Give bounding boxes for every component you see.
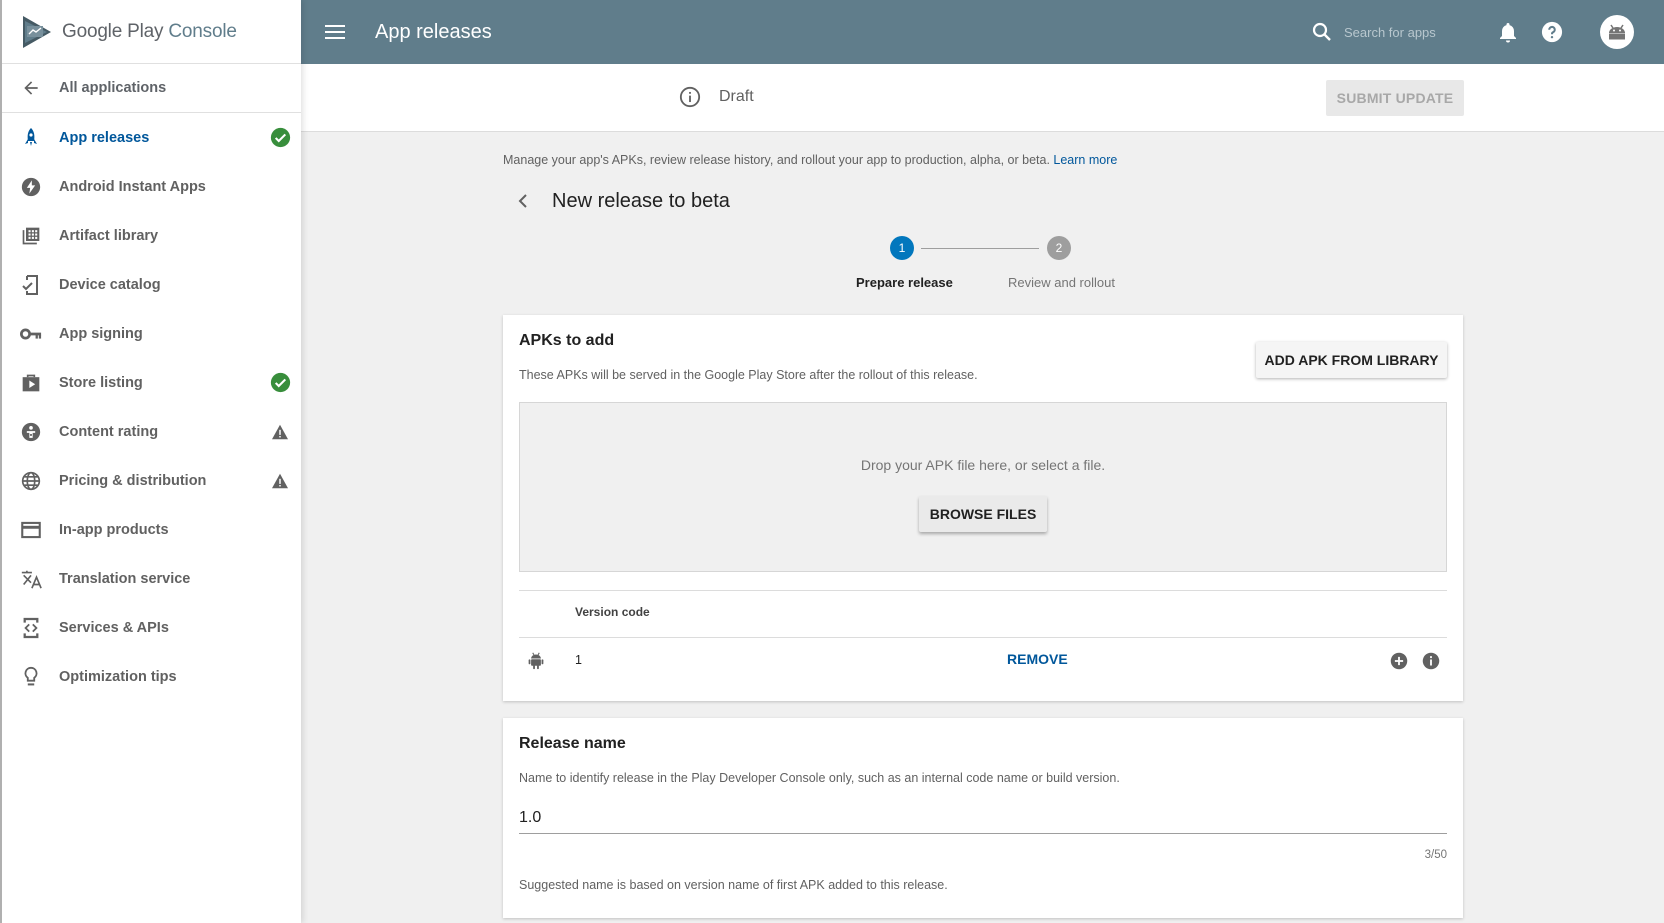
intro-text: Manage your app's APKs, review release h…: [503, 153, 1118, 167]
all-applications-link[interactable]: All applications: [2, 64, 301, 113]
hamburger-menu-icon[interactable]: [323, 20, 347, 44]
sidebar-item-in-app-products[interactable]: In-app products: [2, 505, 301, 554]
arrow-back-icon: [20, 77, 42, 99]
globe-icon: [20, 470, 42, 492]
apks-to-add-card: APKs to add These APKs will be served in…: [503, 315, 1463, 701]
add-apk-from-library-button[interactable]: ADD APK FROM LIBRARY: [1256, 342, 1447, 378]
sidebar-item-label: App releases: [59, 129, 150, 146]
table-divider: [519, 590, 1447, 591]
step-1-label: Prepare release: [856, 275, 953, 290]
check-circle-icon: [269, 127, 291, 149]
library-icon: [20, 225, 42, 247]
apk-dropzone[interactable]: Drop your APK file here, or select a fil…: [519, 402, 1447, 572]
search-box[interactable]: [1310, 20, 1454, 44]
android-icon: [528, 652, 544, 670]
info-outline-icon: [679, 86, 701, 108]
release-name-hint: Suggested name is based on version name …: [519, 878, 948, 892]
sidebar-nav: App releases Android Instant Apps Artifa…: [2, 113, 301, 701]
sidebar-item-store-listing[interactable]: Store listing: [2, 358, 301, 407]
rocket-icon: [20, 127, 42, 149]
sidebar-item-android-instant-apps[interactable]: Android Instant Apps: [2, 162, 301, 211]
apks-card-description: These APKs will be served in the Google …: [519, 368, 978, 382]
sidebar-item-label: Android Instant Apps: [59, 178, 206, 195]
table-divider: [519, 637, 1447, 638]
top-app-bar: App releases: [301, 0, 1664, 64]
sidebar-item-app-releases[interactable]: App releases: [2, 113, 301, 162]
sidebar-item-label: In-app products: [59, 521, 169, 538]
warning-icon: [269, 470, 291, 492]
sidebar-item-label: Artifact library: [59, 227, 159, 244]
sidebar-item-label: Content rating: [59, 423, 159, 440]
sidebar-item-device-catalog[interactable]: Device catalog: [2, 260, 301, 309]
remove-apk-button[interactable]: REMOVE: [1007, 651, 1068, 667]
page-title: App releases: [375, 20, 492, 43]
rating-icon: [20, 421, 42, 443]
sidebar-item-pricing-distribution[interactable]: Pricing & distribution: [2, 456, 301, 505]
account-avatar[interactable]: [1600, 15, 1634, 49]
release-status-bar: Draft SUBMIT UPDATE: [301, 64, 1664, 132]
add-circle-icon[interactable]: [1390, 652, 1408, 670]
sidebar-item-label: Translation service: [59, 570, 191, 587]
key-icon: [20, 323, 42, 345]
lightbulb-icon: [20, 666, 42, 688]
status-text: Draft: [719, 88, 754, 105]
sidebar-item-services-apis[interactable]: Services & APIs: [2, 603, 301, 652]
release-header: New release to beta: [503, 189, 1463, 213]
release-title: New release to beta: [552, 189, 730, 212]
sidebar-item-app-signing[interactable]: App signing: [2, 309, 301, 358]
warning-icon: [269, 421, 291, 443]
sidebar-item-label: Store listing: [59, 374, 143, 391]
release-name-title: Release name: [519, 735, 626, 752]
version-code-value: 1: [575, 653, 582, 667]
release-name-input[interactable]: [519, 802, 1447, 834]
play-console-logo-icon: [23, 15, 51, 48]
search-input[interactable]: [1344, 24, 1454, 40]
step-connector: [921, 248, 1039, 249]
apks-card-title: APKs to add: [519, 332, 615, 349]
sidebar-item-label: Device catalog: [59, 276, 161, 293]
release-stepper: 1 2 Prepare release Review and rollout: [503, 231, 1463, 315]
sidebar-item-label: App signing: [59, 325, 143, 342]
chevron-left-icon[interactable]: [511, 189, 535, 213]
api-icon: [20, 617, 42, 639]
sidebar-item-artifact-library[interactable]: Artifact library: [2, 211, 301, 260]
help-icon[interactable]: [1540, 20, 1564, 44]
credit-card-icon: [20, 519, 42, 541]
sidebar-item-translation-service[interactable]: Translation service: [2, 554, 301, 603]
brand-name: Google Play Console: [62, 20, 237, 42]
step-2-indicator[interactable]: 2: [1047, 236, 1071, 260]
sidebar-item-optimization-tips[interactable]: Optimization tips: [2, 652, 301, 701]
browse-files-button[interactable]: BROWSE FILES: [919, 496, 1047, 532]
step-1-indicator[interactable]: 1: [890, 236, 914, 260]
sidebar-item-label: Pricing & distribution: [59, 472, 207, 489]
release-name-card: Release name Name to identify release in…: [503, 718, 1463, 918]
android-head-icon: [1609, 24, 1625, 40]
check-circle-icon: [269, 372, 291, 394]
character-counter: 3/50: [1424, 849, 1447, 861]
learn-more-link[interactable]: Learn more: [1053, 153, 1117, 167]
notifications-bell-icon[interactable]: [1496, 20, 1520, 44]
translate-icon: [20, 568, 42, 590]
release-name-description: Name to identify release in the Play Dev…: [519, 771, 1120, 785]
brand[interactable]: Google Play Console: [2, 0, 301, 64]
main-content: Manage your app's APKs, review release h…: [503, 132, 1463, 918]
store-icon: [20, 372, 42, 394]
sidebar: Google Play Console All applications App…: [0, 0, 301, 923]
bolt-icon: [20, 176, 42, 198]
all-applications-label: All applications: [59, 80, 167, 96]
info-icon[interactable]: [1422, 652, 1440, 670]
column-header-version-code: Version code: [575, 605, 650, 619]
draft-status: Draft: [679, 86, 754, 108]
sidebar-item-label: Optimization tips: [59, 668, 177, 685]
step-2-label: Review and rollout: [1008, 275, 1115, 290]
search-icon: [1312, 22, 1331, 41]
sidebar-item-content-rating[interactable]: Content rating: [2, 407, 301, 456]
device-check-icon: [20, 274, 42, 296]
sidebar-item-label: Services & APIs: [59, 619, 169, 636]
dropzone-text: Drop your APK file here, or select a fil…: [860, 457, 1106, 473]
submit-update-button[interactable]: SUBMIT UPDATE: [1326, 80, 1464, 116]
